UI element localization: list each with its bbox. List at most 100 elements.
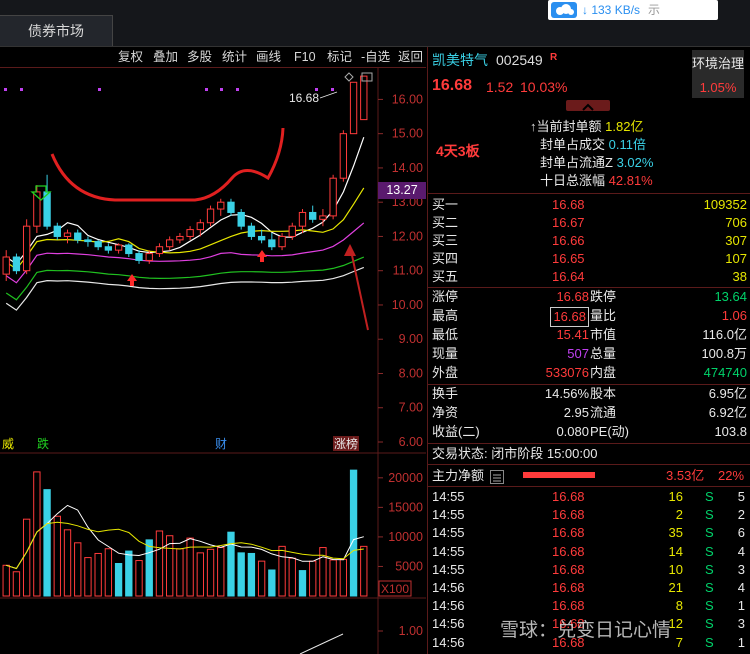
- volume-bar: [247, 552, 256, 597]
- volume-bar: [125, 550, 133, 597]
- toolbar-fuquan[interactable]: 复权: [118, 47, 143, 67]
- toolbar-diejia[interactable]: 叠加: [153, 47, 178, 67]
- quote-row: 涨停 16.68 跌停 13.64: [428, 288, 750, 306]
- tick-side: S: [705, 616, 714, 632]
- toolbar-huaxian[interactable]: 画线: [256, 47, 281, 67]
- hand-drawn-curve: [50, 127, 285, 202]
- current-price-tag: 13.27: [378, 182, 426, 199]
- toolbar-duogu[interactable]: 多股: [187, 47, 212, 67]
- tick-time: 14:56: [432, 580, 465, 595]
- quote-label: 总量: [590, 346, 617, 361]
- candle-body: [257, 235, 266, 241]
- candle-body: [166, 239, 174, 248]
- event-label-cai: 财: [215, 437, 227, 451]
- fund-value: 6.92亿: [708, 405, 747, 420]
- tick-time: 14:56: [432, 634, 465, 650]
- volume-bar: [278, 545, 286, 597]
- toolbar-f10[interactable]: F10: [294, 47, 316, 67]
- volume-bar: [349, 469, 358, 597]
- candle-body: [349, 81, 358, 135]
- order-book-row: 买三 16.66 307: [428, 232, 750, 250]
- quote-row: 最低 15.41 市值 116.0亿: [428, 326, 750, 344]
- volume-bar: [43, 489, 51, 597]
- high-price-leader: [319, 91, 338, 99]
- main-flow-pct: 22%: [718, 468, 745, 483]
- price-change: 1.52: [486, 79, 514, 95]
- theme-button[interactable]: 环境治理: [692, 55, 744, 73]
- volume-unit-label: X100: [381, 582, 409, 596]
- ma-line-ma120: [5, 266, 365, 311]
- price-tick-label: 15.00: [392, 127, 423, 141]
- marker-dot: [331, 88, 334, 91]
- quote-label: 现量: [432, 346, 459, 361]
- candle-body: [22, 225, 31, 272]
- candle-body: [74, 232, 82, 241]
- tick-time: 14:55: [432, 489, 465, 504]
- tick-price: 16.68: [552, 561, 585, 577]
- list-icon[interactable]: [490, 470, 504, 484]
- main-flow-label: 主力净额: [432, 468, 485, 483]
- stock-name: 凯美特气: [432, 52, 488, 68]
- volume-bar: [206, 548, 215, 597]
- candle-body: [125, 244, 133, 255]
- tick-side: S: [705, 489, 714, 504]
- tick-side: S: [705, 561, 714, 577]
- candle-body: [339, 133, 348, 179]
- volume-bar: [135, 560, 143, 597]
- quote-label: 市值: [590, 327, 617, 342]
- toolbar-zixuan[interactable]: -自选: [361, 47, 390, 67]
- stock-code: 002549: [496, 52, 543, 68]
- order-volume: 38: [732, 269, 747, 284]
- kline-chart[interactable]: 16.68威跌财涨榜 16.0015.0014.0013.0012.0011.0…: [0, 68, 426, 654]
- tick-count: 4: [737, 580, 745, 595]
- tick-time: 14:56: [432, 616, 465, 632]
- fund-value: 103.8: [714, 424, 747, 439]
- quote-row: 外盘 533076 内盘 474740: [428, 364, 750, 382]
- order-book: 买一 16.68 109352 买二 16.67 706 买三 16.66 307 买…: [428, 196, 750, 286]
- candle-body: [196, 222, 204, 231]
- quote-value: 116.0亿: [702, 327, 747, 342]
- tick-count: 6: [737, 525, 745, 541]
- toolbar-tongji[interactable]: 统计: [222, 47, 247, 67]
- order-price: 16.64: [552, 269, 585, 284]
- candle-body: [94, 241, 102, 248]
- theme-box[interactable]: 环境治理 1.05%: [692, 50, 744, 98]
- candle-body: [227, 201, 235, 213]
- volume-bar: [33, 471, 41, 597]
- toolbar-fanhui[interactable]: 返回: [398, 47, 423, 67]
- volume-tick-label: 15000: [388, 500, 423, 514]
- collapse-button[interactable]: [566, 100, 610, 111]
- volume-bar: [2, 564, 10, 597]
- tick-volume: 16: [668, 489, 683, 504]
- tick-count: 1: [737, 634, 745, 650]
- quote-value: 533076: [545, 365, 589, 380]
- tick-row: 14:55 16.68 10 S 3: [428, 561, 750, 579]
- candle-body: [237, 211, 245, 227]
- tick-count: 3: [737, 561, 745, 577]
- quote-row: 最高 16.68 量比 1.06: [428, 307, 750, 327]
- event-label-wei: 威: [2, 437, 14, 451]
- quote-label: 涨停: [432, 289, 459, 304]
- volume-bar: [94, 552, 102, 597]
- volume-bar: [227, 531, 235, 597]
- quote-label: 外盘: [432, 365, 459, 380]
- price-change-pct: 10.03%: [520, 79, 568, 95]
- candle-body: [104, 246, 113, 251]
- tick-row: 14:56 16.68 21 S 4: [428, 579, 750, 597]
- candle-body: [309, 211, 317, 220]
- order-price: 16.65: [552, 251, 585, 266]
- cloud-icon: [551, 2, 577, 18]
- volume-bar: [288, 557, 296, 597]
- arrow-head-icon: [344, 244, 356, 256]
- tick-side: S: [705, 543, 714, 559]
- candle-body: [298, 211, 307, 227]
- volume-bar: [268, 569, 276, 597]
- fundamentals-table: 换手 14.56% 股本 6.95亿 净资 2.95 流通 6.92亿 收益(二) …: [428, 385, 750, 443]
- candle-body: [53, 225, 61, 237]
- candle-body: [176, 235, 184, 241]
- toolbar-biaoji[interactable]: 标记: [327, 47, 352, 67]
- tab-bond-market[interactable]: 债券市场: [0, 15, 113, 46]
- tick-side: S: [705, 598, 714, 614]
- quote-label: 跌停: [590, 289, 617, 304]
- chart-toolbar: 复权 叠加 多股 统计 画线 F10 标记 -自选 返回: [0, 47, 426, 68]
